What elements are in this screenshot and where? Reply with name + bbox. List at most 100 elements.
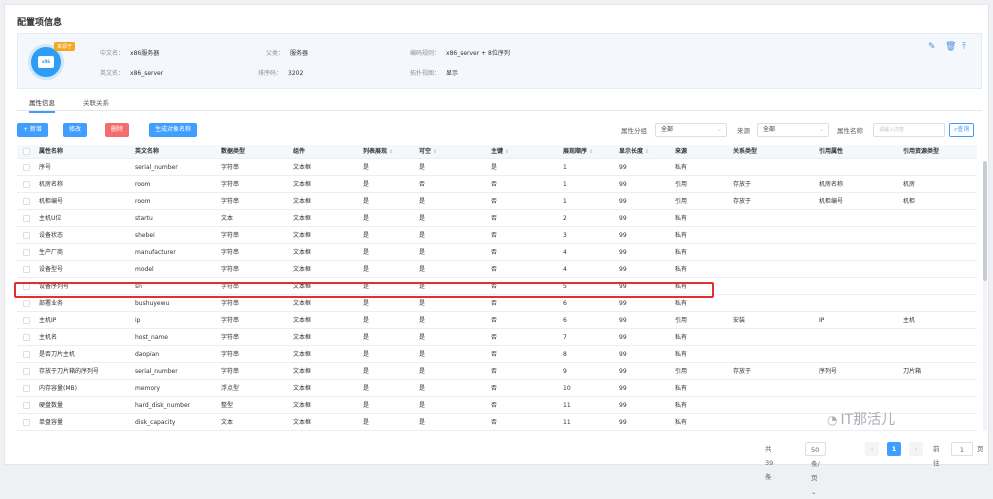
page-title: 配置项信息	[17, 18, 63, 28]
sort-icon[interactable]: ⇕	[645, 149, 649, 155]
row-checkbox[interactable]	[23, 317, 30, 324]
group-select[interactable]: 全部 ⌄	[655, 123, 727, 137]
sort-icon[interactable]: ⇕	[433, 149, 437, 155]
table-cell: 文本框	[293, 402, 312, 409]
edit-icon[interactable]: ✎	[928, 43, 937, 52]
sort-icon[interactable]: ⇕	[589, 149, 593, 155]
table-cell: 1	[563, 198, 567, 205]
table-cell: shebei	[135, 232, 155, 239]
table-cell: host_name	[135, 334, 168, 341]
table-cell: 引用	[675, 181, 688, 188]
table-cell: 文本框	[293, 164, 312, 171]
row-checkbox[interactable]	[23, 368, 30, 375]
table-row[interactable]: 生产厂商 manufacturer 字符串 文本框 是 是 否 4 99 私有	[17, 244, 977, 261]
table-cell: 字符串	[221, 317, 240, 324]
row-checkbox[interactable]	[23, 300, 30, 307]
table-cell: 引用	[675, 368, 688, 375]
table-row[interactable]: 存放于刀片箱的序列号 serial_number 字符串 文本框是是否 9 99 引用 存放于…	[17, 363, 977, 380]
table-cell: 是	[419, 266, 426, 273]
table-cell: 文本框	[293, 198, 312, 205]
table-cell: 私有	[675, 351, 688, 358]
delete-icon[interactable]: 🗑	[945, 43, 956, 52]
table-row[interactable]: 设备状态 shebei 字符串 文本框 是 是 否 3 99 私有	[17, 227, 977, 244]
row-checkbox[interactable]	[23, 215, 30, 222]
table-row[interactable]: 主机IP ip 字符串 文本框 是 是 否 6 99 引用 安装 IP 主机	[17, 312, 977, 329]
table-cell: 否	[491, 232, 498, 239]
table-cell: 99	[619, 266, 627, 273]
table-cell: 是	[419, 402, 426, 409]
next-page-button[interactable]: ›	[909, 442, 923, 456]
table-cell: 主机	[903, 317, 916, 324]
sort-icon[interactable]: ⇕	[389, 149, 393, 155]
tab-attributes[interactable]: 属性信息	[29, 97, 55, 113]
table-row[interactable]: 内存容量(MB) memory 浮点型 文本框 是 是 否 10 99 私有	[17, 380, 977, 397]
row-checkbox[interactable]	[23, 266, 30, 273]
table-row[interactable]: 主机U位 startu 文本 文本框 是 是 否 2 99 私有	[17, 210, 977, 227]
delete-button[interactable]: 删除	[105, 123, 130, 137]
row-checkbox[interactable]	[23, 351, 30, 358]
table-cell: 否	[491, 334, 498, 341]
scrollbar-thumb[interactable]	[983, 161, 987, 281]
table-cell: 设备型号	[39, 266, 64, 273]
table-cell: 安装	[733, 317, 746, 324]
table-cell: model	[135, 266, 154, 273]
table-cell: 4	[563, 266, 567, 273]
table-row[interactable]: 机柜编号 room 字符串 文本框 是 是 否 1 99 引用 存放于 机柜编号 机柜	[17, 193, 977, 210]
table-cell: 99	[619, 181, 627, 188]
row-checkbox[interactable]	[23, 334, 30, 341]
info-card: x86 来源于 中文名： x86服务器 英文名： x86_server 父类： 服务器…	[17, 33, 982, 89]
row-checkbox[interactable]	[23, 385, 30, 392]
row-checkbox[interactable]	[23, 402, 30, 409]
page-size-select[interactable]: 50条/页 ⌄	[805, 442, 826, 496]
column-header: 显示长度 ⇕	[619, 148, 650, 155]
table-cell: 私有	[675, 385, 688, 392]
table-cell: 6	[563, 317, 567, 324]
table-cell: 文本框	[293, 181, 312, 188]
table-cell: 否	[491, 266, 498, 273]
chevron-down-icon: ⌄	[818, 126, 824, 133]
table-cell: room	[135, 181, 151, 188]
table-cell: 是	[363, 385, 370, 392]
table-row[interactable]: 主机名 host_name 字符串 文本框 是 是 否 7 99 私有	[17, 329, 977, 346]
table-row[interactable]: 序号 serial_number 字符串 文本框 是 是 是 1 99 私有	[17, 159, 977, 176]
source-filter-label: 来源	[737, 127, 750, 135]
name-search-input[interactable]: 请输入内容	[873, 123, 945, 137]
row-checkbox[interactable]	[23, 164, 30, 171]
table-cell: 11	[563, 419, 571, 426]
field-sort-code: 排序码： 3202	[258, 70, 304, 77]
upload-icon[interactable]: ⤒	[962, 43, 971, 52]
add-button[interactable]: + 新增	[17, 123, 48, 137]
table-cell: 是	[363, 266, 370, 273]
table-cell: 字符串	[221, 334, 240, 341]
sort-icon[interactable]: ⇕	[505, 149, 509, 155]
table-cell: 设备状态	[39, 232, 64, 239]
table-row[interactable]: 设备型号 model 字符串 文本框 是 是 否 4 99 私有	[17, 261, 977, 278]
row-checkbox[interactable]	[23, 232, 30, 239]
table-cell: 否	[419, 181, 426, 188]
tab-relations[interactable]: 关联关系	[83, 97, 109, 111]
table-cell: 是	[491, 164, 498, 171]
source-select[interactable]: 全部 ⌄	[757, 123, 829, 137]
table-cell: 文本框	[293, 368, 312, 375]
generate-name-button[interactable]: 生成对象名称	[149, 123, 198, 137]
table-row[interactable]: 机房名称 room 字符串 文本框 是 否 否 1 99 引用 存放于 机房名称 机房	[17, 176, 977, 193]
table-row[interactable]: 是否刀片主机 daopian 字符串 文本框 是 是 否 8 99 私有	[17, 346, 977, 363]
table-cell: 私有	[675, 249, 688, 256]
row-checkbox[interactable]	[23, 181, 30, 188]
current-page[interactable]: 1	[887, 442, 901, 456]
column-header: 主键 ⇕	[491, 148, 510, 155]
goto-page-input[interactable]: 1	[951, 442, 973, 456]
search-button[interactable]: ⌕查询	[949, 123, 975, 137]
row-checkbox[interactable]	[23, 419, 30, 426]
row-checkbox[interactable]	[23, 249, 30, 256]
table-cell: 否	[491, 351, 498, 358]
table-cell: 单盘容量	[39, 419, 64, 426]
prev-page-button[interactable]: ‹	[865, 442, 879, 456]
select-all-checkbox[interactable]	[23, 148, 30, 155]
table-cell: 是	[363, 419, 370, 426]
table-cell: 否	[491, 249, 498, 256]
table-cell: 主机IP	[39, 317, 57, 324]
row-checkbox[interactable]	[23, 198, 30, 205]
table-scrollbar[interactable]	[983, 161, 987, 431]
edit-button[interactable]: 修改	[63, 123, 88, 137]
